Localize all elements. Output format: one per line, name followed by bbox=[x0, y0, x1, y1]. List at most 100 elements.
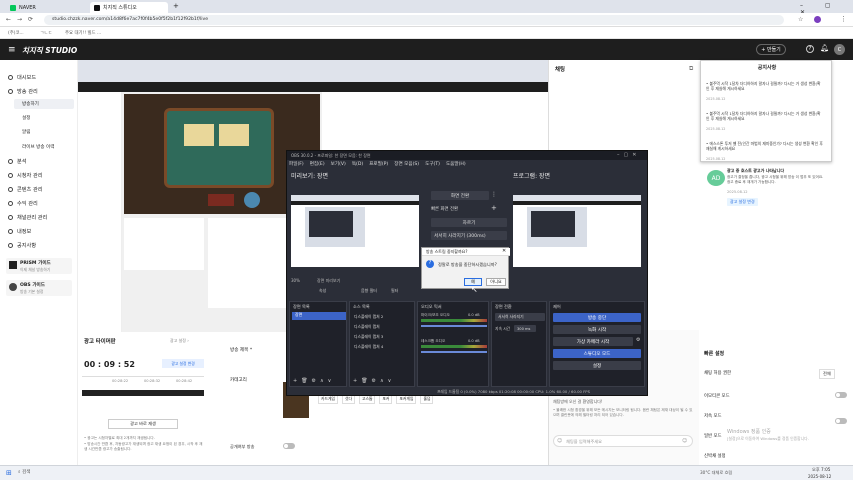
weather-widget[interactable]: 30°C 대체로 흐림 bbox=[700, 470, 732, 476]
menu-tools[interactable]: 도구(T) bbox=[425, 161, 440, 167]
obs-cut-button[interactable]: 자르기 bbox=[431, 218, 507, 227]
menu-dock[interactable]: 독(D) bbox=[352, 161, 363, 167]
menu-profile[interactable]: 프로필(P) bbox=[369, 161, 388, 167]
quick-settings-title: 빠른 설정 bbox=[704, 351, 725, 357]
scene-item[interactable]: 장면 bbox=[292, 312, 346, 320]
hamburger-icon[interactable]: ≡ bbox=[8, 45, 16, 55]
nav-buttons[interactable]: ←→⟳ bbox=[6, 16, 39, 23]
popout-icon[interactable]: ⧉ bbox=[689, 65, 693, 73]
public-toggle[interactable] bbox=[283, 443, 295, 449]
create-button[interactable]: + 만들기 bbox=[756, 44, 786, 55]
obs-audio-filter-tab[interactable]: 음향 필터 bbox=[361, 288, 377, 294]
chat-input[interactable]: 채팅을 입력해주세요 ☺ ☺ bbox=[553, 435, 693, 447]
source-toolbar[interactable]: +🗑︎⚙︎∧∨ bbox=[353, 378, 395, 384]
sidebar-item-analytics[interactable]: 분석 bbox=[8, 158, 27, 165]
question-icon: ? bbox=[426, 260, 434, 268]
profile-avatar[interactable] bbox=[814, 16, 821, 23]
chat-permission-select[interactable]: 전체 bbox=[819, 369, 835, 379]
mixer-volume-slider[interactable] bbox=[421, 351, 487, 353]
virtual-camera-settings-icon[interactable]: ⚙︎ bbox=[636, 337, 640, 343]
sidebar-item-dashboard[interactable]: 대시보드 bbox=[8, 74, 36, 81]
sidebar-item-go-live[interactable]: 방송하기 bbox=[14, 99, 74, 109]
star-icon[interactable]: ☆ bbox=[798, 16, 803, 23]
sidebar-item-content[interactable]: 콘텐츠 관리 bbox=[8, 186, 43, 193]
notification-item[interactable]: • 에스스톤 투저 벨 전(인간 마법의 재미중인가? 다시는 생성 변환 확인… bbox=[706, 141, 824, 151]
obs-preview-select[interactable]: 장면 미리보기 bbox=[317, 278, 340, 284]
start-recording-button[interactable]: 녹화 시작 bbox=[553, 325, 641, 334]
obs-transition-button[interactable]: 화면 전환 bbox=[431, 191, 489, 200]
dialog-close-icon[interactable]: ✕ bbox=[502, 248, 506, 254]
obs-guide-card[interactable]: OBS 가이드 방송 기본 설정 bbox=[6, 280, 72, 296]
user-avatar[interactable]: C bbox=[834, 44, 845, 55]
clock-date[interactable]: 2025-08-12 bbox=[808, 474, 831, 479]
sidebar-item-alerts[interactable]: 알림 bbox=[22, 129, 30, 135]
sidebar-item-broadcast[interactable]: 방송 관리 bbox=[8, 88, 38, 95]
notification-date: 2025.08.12 bbox=[706, 127, 726, 131]
source-item[interactable]: 디스플레이 캡처 bbox=[354, 324, 380, 330]
slow-mode-toggle[interactable] bbox=[835, 418, 847, 424]
obs-add-transition-icon[interactable]: + bbox=[491, 204, 497, 212]
taskbar-search[interactable]: ⌕ 검색 bbox=[18, 469, 31, 475]
source-item[interactable]: 디스플레이 캡처 4 bbox=[354, 344, 383, 350]
help-icon[interactable]: ? bbox=[806, 45, 814, 53]
menu-scene-collection[interactable]: 장면 모음(S) bbox=[394, 161, 419, 167]
menu-help[interactable]: 도움말(H) bbox=[446, 161, 466, 167]
source-item[interactable]: 디스플레이 캡처 2 bbox=[354, 314, 383, 320]
bell-icon[interactable]: 🔔︎ bbox=[820, 44, 829, 52]
mixer-volume-slider[interactable] bbox=[421, 325, 487, 327]
ad-settings-badge[interactable]: 광고 설정 변경 bbox=[162, 359, 204, 368]
menu-view[interactable]: 보기(V) bbox=[331, 161, 346, 167]
chat-system-notice: • 불쾌한 시청 환경을 위해 모든 메시지는 모니터링 됩니다. 음란 채팅은… bbox=[553, 408, 693, 417]
obs-properties-tab[interactable]: 속성 bbox=[319, 288, 326, 294]
stop-streaming-button[interactable]: 방송 중단 bbox=[553, 313, 641, 322]
menu-edit[interactable]: 편집(E) bbox=[310, 161, 325, 167]
setting-slow-mode: 저속 모드 bbox=[704, 414, 722, 419]
menu-file[interactable]: 파일(F) bbox=[289, 161, 304, 167]
sidebar-item-channel[interactable]: 채널관리 관리 bbox=[8, 214, 47, 221]
studio-logo[interactable]: 치지직 STUDIO bbox=[22, 45, 77, 56]
broadcast-icon bbox=[8, 89, 13, 94]
sidebar-label: 콘텐츠 관리 bbox=[17, 187, 43, 193]
bookmark-item[interactable]: (주)코... bbox=[8, 30, 24, 36]
dialog-no-button[interactable]: 아니요 bbox=[486, 278, 506, 286]
tab-naver[interactable]: NAVER bbox=[6, 2, 56, 13]
prism-guide-card[interactable]: PRISM 가이드 이제 채널 방송하기 bbox=[6, 258, 72, 274]
emoji-icon[interactable]: ☺ bbox=[682, 438, 687, 444]
sidebar-item-revenue[interactable]: 수익 관리 bbox=[8, 200, 38, 207]
windows-start-icon[interactable]: ⊞ bbox=[6, 469, 12, 477]
ad-settings-button[interactable]: 광고 설정 변경 bbox=[727, 198, 758, 206]
obs-zoom[interactable]: 30% bbox=[291, 278, 300, 283]
sidebar-item-viewers[interactable]: 시청자 관리 bbox=[8, 172, 43, 179]
duration-label: 지속 시간 bbox=[495, 326, 511, 331]
play-ad-button[interactable]: 광고 바로 재생 bbox=[108, 419, 178, 429]
transition-select[interactable]: 서서히 사라지기 bbox=[495, 313, 545, 321]
notification-item[interactable]: • 불주먹 시작 1달차 더디하하지 말자나 걸릴까? 다시는 거 생성 변환(… bbox=[706, 81, 824, 91]
obs-preview-canvas[interactable] bbox=[291, 195, 419, 267]
scene-toolbar[interactable]: +🗑︎⚙︎∧∨ bbox=[293, 378, 335, 384]
ad-note: • 방송시간 만큼 후, 자동광고가 재생되며 광고 재생 요청이 된 경우, … bbox=[84, 442, 203, 451]
clock-time[interactable]: 오후 7:05 bbox=[812, 467, 830, 473]
bookmark-item[interactable]: ㄱㄴㄷ bbox=[40, 30, 52, 36]
virtual-camera-button[interactable]: 가상 카메라 시작 bbox=[553, 337, 633, 346]
ad-timer-settings-link[interactable]: 광고 설정 › bbox=[170, 338, 189, 344]
studio-mode-button[interactable]: 스튜디오 모드 bbox=[553, 349, 641, 358]
tab-chzzk-studio[interactable]: 치지직 스튜디오 bbox=[90, 2, 168, 13]
ad-note: • 광고는 시청자별로 최대 2개까지 재생됩니다. bbox=[84, 436, 155, 440]
obs-filters-tab[interactable]: 필터 bbox=[391, 288, 398, 294]
bookmark-item[interactable]: 주요 대기!! 빌드 ... bbox=[65, 30, 101, 36]
sidebar-item-notice[interactable]: 공지사항 bbox=[8, 242, 36, 249]
notification-item[interactable]: • 불주먹 시작 1달차 더디하하지 말자나 걸릴까? 다시는 거 생성 변환(… bbox=[706, 111, 824, 121]
sidebar-item-myinfo[interactable]: 내정보 bbox=[8, 228, 31, 235]
sidebar-item-history[interactable]: 라이브 방송 이력 bbox=[22, 144, 55, 150]
emoticon-mode-toggle[interactable] bbox=[835, 392, 847, 398]
source-item[interactable]: 디스플레이 캡처 3 bbox=[354, 334, 383, 340]
obs-fade-select[interactable]: 서서히 사라지기 (300ms) bbox=[431, 231, 507, 240]
sidebar-item-settings[interactable]: 설정 bbox=[22, 115, 30, 121]
new-tab-icon[interactable]: + bbox=[173, 2, 179, 10]
obs-settings-button[interactable]: 설정 bbox=[553, 361, 641, 370]
obs-transition-more-icon[interactable]: ⋮ bbox=[491, 191, 497, 198]
url-field[interactable]: studio.chzzk.naver.com/a14d8f6e7ac7f0f4b… bbox=[44, 15, 784, 25]
obs-window-controls[interactable]: –▢✕ bbox=[617, 152, 640, 158]
duration-input[interactable]: 300 ms bbox=[514, 325, 536, 332]
menu-icon[interactable]: ⋮ bbox=[840, 15, 847, 23]
